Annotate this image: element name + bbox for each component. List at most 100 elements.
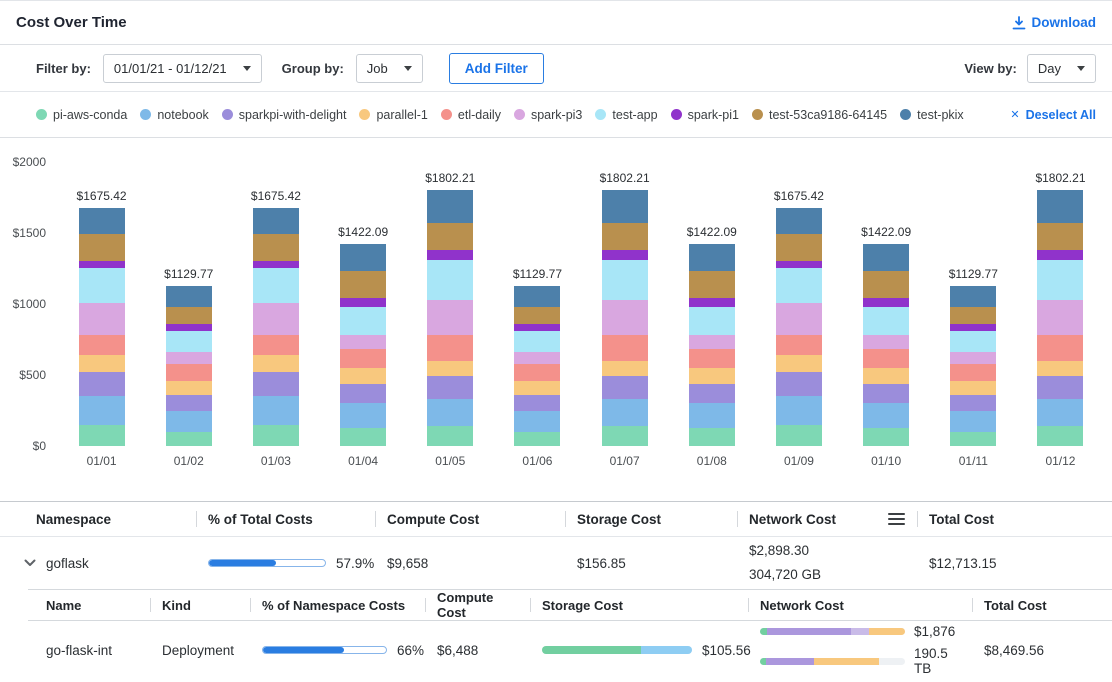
bar-segment-pi-aws-conda[interactable] <box>427 426 473 446</box>
legend-item-test-pkix[interactable]: test-pkix <box>900 108 964 122</box>
bar-segment-parallel-1[interactable] <box>427 361 473 377</box>
bar-segment-parallel-1[interactable] <box>602 361 648 377</box>
legend-item-etl-daily[interactable]: etl-daily <box>441 108 501 122</box>
bar-segment-test-app[interactable] <box>427 260 473 300</box>
bar-group-01/06[interactable]: $1129.77 <box>494 162 581 446</box>
bar-segment-spark-pi1[interactable] <box>1037 250 1083 260</box>
bar-segment-sparkpi-with-delight[interactable] <box>340 384 386 404</box>
bar-segment-spark-pi3[interactable] <box>950 352 996 363</box>
subcol-header-storage[interactable]: Storage Cost <box>530 590 748 620</box>
bar-segment-test-pkix[interactable] <box>950 286 996 307</box>
bar-segment-spark-pi3[interactable] <box>79 303 125 336</box>
bar-segment-etl-daily[interactable] <box>863 349 909 367</box>
bar-group-01/05[interactable]: $1802.21 <box>407 162 494 446</box>
bar-segment-test-53ca9186-64145[interactable] <box>1037 223 1083 250</box>
bar-group-01/11[interactable]: $1129.77 <box>930 162 1017 446</box>
bar-segment-test-app[interactable] <box>79 268 125 302</box>
subcol-header-network[interactable]: Network Cost <box>748 590 972 620</box>
bar-group-01/12[interactable]: $1802.21 <box>1017 162 1104 446</box>
bar-segment-pi-aws-conda[interactable] <box>602 426 648 446</box>
bar-segment-test-app[interactable] <box>689 307 735 335</box>
bar-segment-test-53ca9186-64145[interactable] <box>689 271 735 298</box>
bar-segment-etl-daily[interactable] <box>427 335 473 361</box>
bar-segment-test-pkix[interactable] <box>427 190 473 223</box>
bar-group-01/09[interactable]: $1675.42 <box>755 162 842 446</box>
bar-segment-notebook[interactable] <box>689 403 735 427</box>
legend-item-pi-aws-conda[interactable]: pi-aws-conda <box>36 108 127 122</box>
bar-segment-etl-daily[interactable] <box>79 335 125 355</box>
bar-segment-spark-pi1[interactable] <box>427 250 473 260</box>
bar-segment-test-app[interactable] <box>340 307 386 335</box>
add-filter-button[interactable]: Add Filter <box>449 53 544 84</box>
bar-segment-parallel-1[interactable] <box>950 381 996 395</box>
stacked-bar[interactable] <box>79 208 125 446</box>
bar-segment-parallel-1[interactable] <box>253 355 299 372</box>
bar-segment-spark-pi1[interactable] <box>166 324 212 331</box>
bar-segment-sparkpi-with-delight[interactable] <box>1037 376 1083 399</box>
bar-segment-notebook[interactable] <box>950 411 996 432</box>
bar-segment-spark-pi3[interactable] <box>863 335 909 349</box>
bar-segment-notebook[interactable] <box>776 396 822 424</box>
bar-segment-notebook[interactable] <box>1037 399 1083 426</box>
column-menu-icon[interactable] <box>888 513 905 525</box>
bar-group-01/10[interactable]: $1422.09 <box>843 162 930 446</box>
bar-segment-pi-aws-conda[interactable] <box>1037 426 1083 446</box>
subcol-header-total[interactable]: Total Cost <box>972 590 1112 620</box>
bar-segment-spark-pi3[interactable] <box>602 300 648 336</box>
bar-segment-sparkpi-with-delight[interactable] <box>427 376 473 399</box>
bar-segment-sparkpi-with-delight[interactable] <box>950 395 996 411</box>
col-header-network[interactable]: Network Cost <box>737 502 917 536</box>
bar-group-01/07[interactable]: $1802.21 <box>581 162 668 446</box>
bar-segment-test-53ca9186-64145[interactable] <box>427 223 473 250</box>
bar-segment-test-app[interactable] <box>950 331 996 352</box>
bar-segment-test-53ca9186-64145[interactable] <box>79 234 125 261</box>
bar-segment-etl-daily[interactable] <box>1037 335 1083 361</box>
col-header-total[interactable]: Total Cost <box>917 502 1112 536</box>
bar-segment-etl-daily[interactable] <box>689 349 735 367</box>
bar-segment-test-pkix[interactable] <box>253 208 299 234</box>
bar-segment-spark-pi3[interactable] <box>166 352 212 363</box>
bar-segment-test-53ca9186-64145[interactable] <box>340 271 386 298</box>
bar-segment-test-53ca9186-64145[interactable] <box>166 307 212 324</box>
bar-segment-notebook[interactable] <box>253 396 299 424</box>
bar-segment-test-pkix[interactable] <box>1037 190 1083 223</box>
bar-segment-parallel-1[interactable] <box>79 355 125 372</box>
bar-segment-pi-aws-conda[interactable] <box>79 425 125 446</box>
bar-segment-test-53ca9186-64145[interactable] <box>863 271 909 298</box>
bar-segment-test-app[interactable] <box>1037 260 1083 300</box>
bar-segment-test-app[interactable] <box>166 331 212 352</box>
col-header-namespace[interactable]: Namespace <box>0 502 196 536</box>
bar-segment-spark-pi1[interactable] <box>863 298 909 307</box>
legend-item-sparkpi-with-delight[interactable]: sparkpi-with-delight <box>222 108 347 122</box>
stacked-bar[interactable] <box>776 208 822 446</box>
stacked-bar[interactable] <box>340 244 386 446</box>
legend-item-notebook[interactable]: notebook <box>140 108 208 122</box>
bar-segment-spark-pi3[interactable] <box>340 335 386 349</box>
bar-segment-pi-aws-conda[interactable] <box>166 432 212 446</box>
bar-segment-pi-aws-conda[interactable] <box>340 428 386 446</box>
bar-group-01/04[interactable]: $1422.09 <box>320 162 407 446</box>
bar-segment-etl-daily[interactable] <box>166 364 212 381</box>
subcol-header-pct-namespace[interactable]: % of Namespace Costs <box>250 590 425 620</box>
bar-segment-parallel-1[interactable] <box>514 381 560 395</box>
bar-segment-test-app[interactable] <box>602 260 648 300</box>
bar-segment-sparkpi-with-delight[interactable] <box>79 372 125 396</box>
bar-segment-etl-daily[interactable] <box>776 335 822 355</box>
bar-group-01/03[interactable]: $1675.42 <box>232 162 319 446</box>
stacked-bar[interactable] <box>427 190 473 446</box>
bar-segment-test-pkix[interactable] <box>79 208 125 234</box>
bar-segment-spark-pi1[interactable] <box>950 324 996 331</box>
bar-segment-test-app[interactable] <box>776 268 822 302</box>
bar-segment-etl-daily[interactable] <box>602 335 648 361</box>
bar-segment-test-pkix[interactable] <box>166 286 212 307</box>
stacked-bar[interactable] <box>253 208 299 446</box>
subcol-header-name[interactable]: Name <box>28 590 150 620</box>
bar-segment-spark-pi1[interactable] <box>253 261 299 269</box>
bar-segment-spark-pi1[interactable] <box>514 324 560 331</box>
stacked-bar[interactable] <box>950 286 996 446</box>
bar-segment-notebook[interactable] <box>427 399 473 426</box>
bar-segment-test-app[interactable] <box>253 268 299 302</box>
bar-segment-test-53ca9186-64145[interactable] <box>253 234 299 261</box>
bar-segment-spark-pi3[interactable] <box>689 335 735 349</box>
stacked-bar[interactable] <box>689 244 735 446</box>
